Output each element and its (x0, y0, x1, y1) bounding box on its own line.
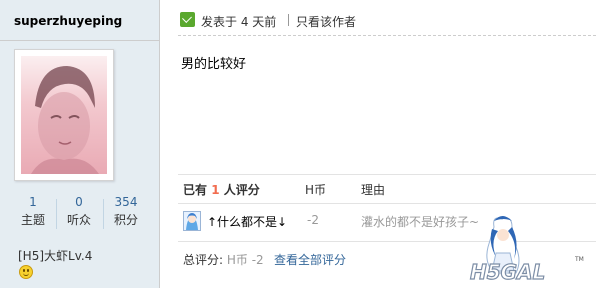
header-separator (288, 14, 289, 26)
avatar[interactable] (21, 56, 107, 174)
rating-count: 1 (211, 183, 220, 197)
stat-points-label: 积分 (113, 213, 138, 227)
stat-listeners-value[interactable]: 0 (54, 195, 104, 209)
rating-total: 总评分: H币 -2 (183, 251, 264, 268)
stat-threads[interactable]: 1 主题 (8, 195, 58, 228)
rating-value: -2 (307, 213, 319, 227)
rater-avatar[interactable] (183, 211, 201, 231)
view-all-ratings-link[interactable]: 查看全部评分 (274, 251, 346, 268)
rating-total-label: 总评分: (183, 253, 224, 267)
view-author-only-link[interactable]: 只看该作者 (296, 13, 356, 30)
stat-points-value[interactable]: 354 (101, 195, 151, 209)
rater-name-link[interactable]: ↑什么都不是↓ (207, 213, 287, 230)
rating-prefix: 已有 (183, 183, 208, 197)
author-username[interactable]: superzhuyeping (14, 14, 122, 28)
avatar-frame[interactable] (14, 49, 114, 181)
stat-listeners[interactable]: 0 听众 (54, 195, 104, 228)
post-time: 发表于 4 天前 (201, 15, 277, 29)
author-sidebar: superzhuyeping 1 主题 0 听众 354 积分 [H5]大虾Lv… (0, 0, 160, 288)
smiley-icon (19, 265, 33, 279)
user-rank[interactable]: [H5]大虾Lv.4 (18, 247, 92, 264)
rating-col-reason: 理由 (361, 183, 386, 197)
stat-threads-label: 主题 (20, 213, 45, 227)
rating-total-value: H币 -2 (226, 253, 264, 267)
rating-title: 已有 1 人评分 (183, 181, 260, 198)
online-status-icon (180, 12, 195, 27)
rating-reason: 灌水的都不是好孩子~ (361, 215, 480, 229)
post-content: 男的比较好 (181, 57, 247, 72)
rating-suffix: 人评分 (223, 183, 260, 197)
stat-threads-value[interactable]: 1 (8, 195, 58, 209)
rating-col-hcoin: H币 (305, 183, 327, 197)
post-divider (178, 35, 596, 36)
site-watermark: H5GAL TM (468, 213, 596, 285)
watermark-logo-text: H5GAL (470, 260, 545, 284)
divider (0, 40, 159, 41)
rating-row-border (178, 203, 596, 204)
stat-points[interactable]: 354 积分 (101, 195, 151, 228)
stat-listeners-label: 听众 (66, 213, 91, 227)
rating-top-border (178, 174, 596, 175)
watermark-tm: TM (574, 256, 584, 263)
